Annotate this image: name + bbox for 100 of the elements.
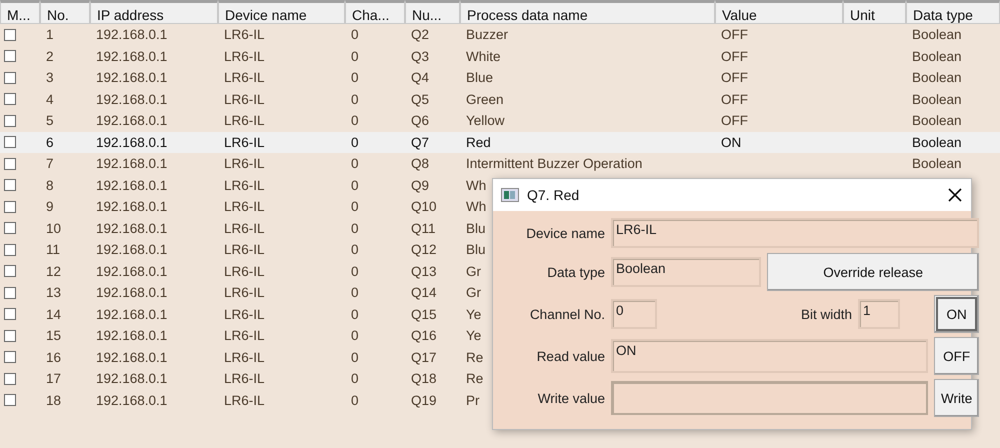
table-cell: Q5 xyxy=(411,92,430,106)
table-cell: LR6-IL xyxy=(224,350,265,364)
table-cell: 0 xyxy=(351,264,359,278)
table-cell: LR6-IL xyxy=(224,199,265,214)
table-cell: LR6-IL xyxy=(224,328,265,343)
table-cell: ON xyxy=(721,134,742,150)
table-cell: LR6-IL xyxy=(224,48,265,64)
table-cell: 192.168.0.1 xyxy=(96,156,168,171)
table-cell: 0 xyxy=(351,48,359,64)
table-cell: LR6-IL xyxy=(224,371,265,386)
table-cell: Wh xyxy=(466,199,486,214)
table-cell: OFF xyxy=(721,48,748,64)
table-cell: LR6-IL xyxy=(224,306,265,322)
field-label: Device name xyxy=(525,226,605,240)
table-cell: Q3 xyxy=(411,48,430,64)
table-cell: Q8 xyxy=(411,156,430,171)
field-label: Write value xyxy=(536,390,605,406)
table-cell: OFF xyxy=(721,27,748,42)
table-cell: 17 xyxy=(46,371,62,386)
table-cell: LR6-IL xyxy=(224,178,265,192)
table-cell: 0 xyxy=(351,70,359,85)
table-cell: Yellow xyxy=(466,113,505,128)
table-cell: LR6-IL xyxy=(224,285,265,300)
table-cell: 192.168.0.1 xyxy=(96,48,168,64)
table-cell: Q19 xyxy=(411,392,437,408)
table-cell: Q2 xyxy=(411,27,430,42)
table-cell: 192.168.0.1 xyxy=(96,113,168,128)
table-cell: White xyxy=(466,48,501,64)
table-cell: Boolean xyxy=(912,48,962,64)
table-cell: Ye xyxy=(466,328,482,343)
table-cell: 192.168.0.1 xyxy=(96,220,168,236)
table-cell: 0 xyxy=(351,285,359,300)
table-cell: 0 xyxy=(351,350,359,364)
table-cell: Q15 xyxy=(411,306,437,322)
table-cell: LR6-IL xyxy=(224,134,265,150)
table-cell: 0 xyxy=(351,392,359,408)
table-cell: Boolean xyxy=(912,134,962,150)
table-cell: LR6-IL xyxy=(224,70,265,85)
table-cell: Q7 xyxy=(411,134,430,150)
table-cell: 192.168.0.1 xyxy=(96,328,168,343)
table-cell: 192.168.0.1 xyxy=(96,264,168,278)
table-cell: Ye xyxy=(466,306,482,322)
table-cell: 0 xyxy=(351,92,359,106)
table-cell: 7 xyxy=(46,156,54,171)
table-cell: Boolean xyxy=(912,70,962,85)
table-cell: 0 xyxy=(351,242,359,257)
table-cell: OFF xyxy=(721,113,748,128)
table-cell: 2 xyxy=(46,48,54,64)
table-cell: 0 xyxy=(351,113,359,128)
table-cell: Q14 xyxy=(411,285,437,300)
field-label: Data type xyxy=(546,264,605,280)
table-cell: 0 xyxy=(351,156,359,171)
table-cell: 13 xyxy=(46,285,62,300)
table-cell: 192.168.0.1 xyxy=(96,285,168,300)
table-cell: 12 xyxy=(46,264,62,278)
table-cell: LR6-IL xyxy=(224,242,265,257)
table-cell: Q17 xyxy=(411,350,437,364)
table-cell: LR6-IL xyxy=(224,156,265,171)
table-cell: Boolean xyxy=(912,27,962,42)
table-cell: Q13 xyxy=(411,264,437,278)
table-cell: LR6-IL xyxy=(224,27,265,42)
table-cell: 0 xyxy=(351,134,359,150)
table-cell: Boolean xyxy=(912,113,962,128)
table-cell: LR6-IL xyxy=(224,92,265,106)
table-cell: 1 xyxy=(46,27,54,42)
table-cell: 15 xyxy=(46,328,62,343)
table-cell: 0 xyxy=(351,199,359,214)
table-cell: 192.168.0.1 xyxy=(96,371,168,386)
field-label: Channel No. xyxy=(528,306,605,322)
table-cell: 11 xyxy=(46,242,60,257)
table-cell: 14 xyxy=(46,306,62,322)
table-cell: 192.168.0.1 xyxy=(96,92,168,106)
table-cell: 16 xyxy=(46,350,62,364)
table-cell: OFF xyxy=(721,70,748,85)
table-cell: LR6-IL xyxy=(224,220,265,236)
table-cell: Gr xyxy=(466,285,481,300)
table-cell: 192.168.0.1 xyxy=(96,70,168,85)
table-cell: 8 xyxy=(46,178,54,192)
table-cell: Q10 xyxy=(411,199,437,214)
table-cell: 18 xyxy=(46,392,62,408)
table-cell: Red xyxy=(466,134,491,150)
table-cell: 0 xyxy=(351,328,359,343)
table-cell: 4 xyxy=(46,92,54,106)
table-cell: Re xyxy=(466,371,484,386)
table-cell: 192.168.0.1 xyxy=(96,392,168,408)
table-cell: 0 xyxy=(351,306,359,322)
table-cell: 192.168.0.1 xyxy=(96,306,168,322)
table-cell: LR6-IL xyxy=(224,113,265,128)
table-cell: Q16 xyxy=(411,328,437,343)
table-cell: Intermittent Buzzer Operation xyxy=(466,156,642,171)
table-cell: Blu xyxy=(466,220,486,236)
table-cell: Blue xyxy=(466,70,494,85)
table-cell: Buzzer xyxy=(466,27,508,42)
table-cell: 192.168.0.1 xyxy=(96,178,168,192)
table-cell: Blu xyxy=(466,242,486,257)
table-cell: 0 xyxy=(351,371,359,386)
table-cell: 0 xyxy=(351,220,359,236)
table-cell: LR6-IL xyxy=(224,392,265,408)
table-cell: 192.168.0.1 xyxy=(96,350,168,364)
field-label: Bit width xyxy=(800,306,852,322)
